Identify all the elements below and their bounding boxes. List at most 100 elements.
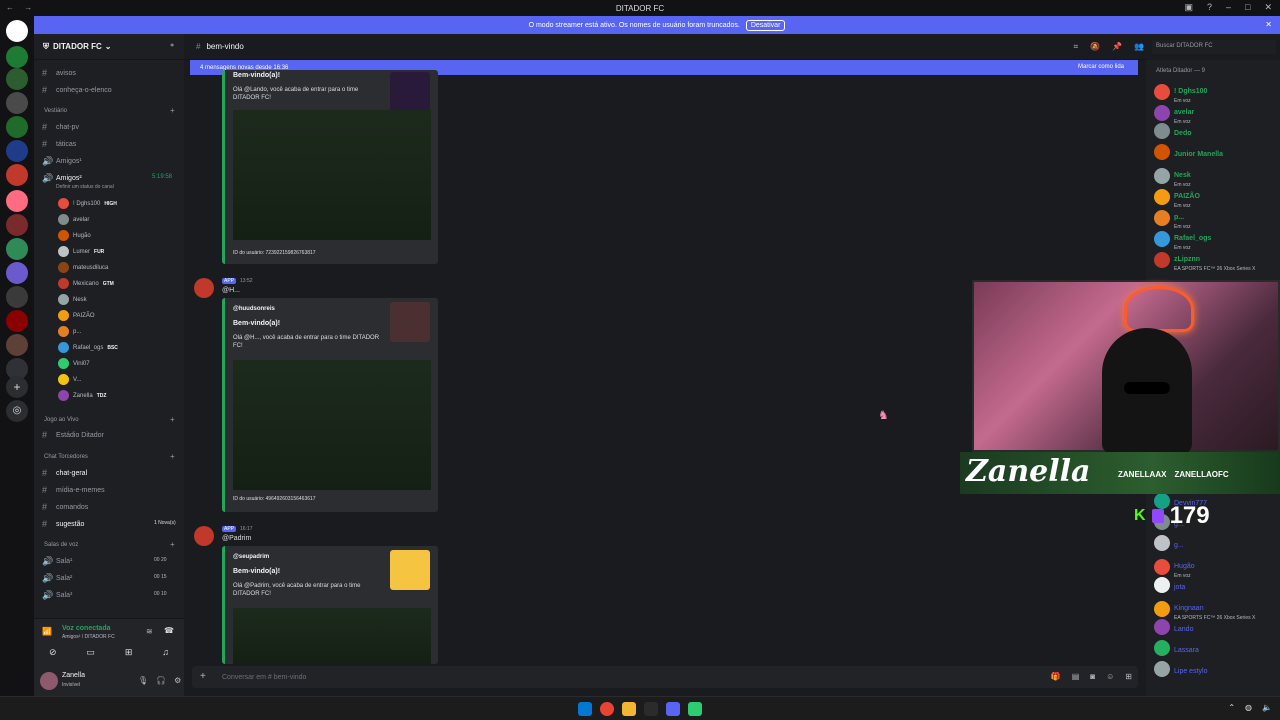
- add-attachment-icon[interactable]: +: [200, 671, 206, 682]
- app-icon[interactable]: [644, 702, 658, 716]
- server-icon[interactable]: [6, 286, 28, 308]
- embed-thumbnail[interactable]: [390, 550, 430, 590]
- embed-image[interactable]: [233, 360, 431, 490]
- apps-icon[interactable]: ⊞: [1125, 672, 1132, 681]
- channel-sugestao[interactable]: # sugestão: [42, 519, 84, 529]
- member-item[interactable]: Lando: [1154, 618, 1193, 636]
- add-channel-icon[interactable]: +: [170, 106, 175, 115]
- file-explorer-icon[interactable]: [622, 702, 636, 716]
- member-item[interactable]: Dedo: [1154, 122, 1192, 140]
- soundboard-icon[interactable]: ♫: [162, 647, 169, 658]
- voice-channel-sala1[interactable]: 🔊 Sala¹: [42, 556, 72, 567]
- username[interactable]: Zanella: [62, 672, 85, 679]
- threads-icon[interactable]: ⌗: [1074, 42, 1079, 52]
- headphones-icon[interactable]: 🎧: [156, 676, 166, 685]
- noise-suppression-icon[interactable]: ≋: [146, 627, 153, 636]
- channel-avisos[interactable]: # avisos: [42, 68, 76, 78]
- channel-conheca[interactable]: # conheça-o-elenco: [42, 85, 112, 95]
- disconnect-icon[interactable]: ☎: [164, 626, 174, 635]
- voice-user[interactable]: V...: [58, 374, 81, 385]
- inbox-icon[interactable]: ▣: [1184, 2, 1193, 13]
- voice-channel-name[interactable]: Amigos² / DITADOR FC: [62, 634, 115, 640]
- gif-icon[interactable]: ▤: [1072, 672, 1080, 681]
- channel-taticas[interactable]: # táticas: [42, 139, 76, 149]
- members-icon[interactable]: 👥: [1134, 42, 1144, 52]
- chrome-icon[interactable]: [600, 702, 614, 716]
- server-icon[interactable]: [6, 164, 28, 186]
- chevron-up-icon[interactable]: ⌃: [1228, 703, 1235, 712]
- add-server-icon[interactable]: +: [6, 376, 28, 398]
- channel-estadio[interactable]: # Estádio Ditador: [42, 430, 104, 440]
- network-icon[interactable]: ◍: [1245, 703, 1252, 712]
- embed-image[interactable]: [233, 608, 431, 664]
- server-icon[interactable]: [6, 46, 28, 68]
- category-chat[interactable]: Chat Torcedores: [44, 454, 88, 460]
- server-icon[interactable]: [6, 262, 28, 284]
- server-header[interactable]: ⛨ DITADOR FC ⌄ ⁺: [34, 34, 184, 60]
- voice-user[interactable]: PAIZÃO: [58, 310, 95, 321]
- server-icon[interactable]: [6, 190, 28, 212]
- voice-user[interactable]: Mexicano GTM: [58, 278, 114, 289]
- category-jogo[interactable]: Jogo ao Vivo: [44, 417, 79, 423]
- channel-chat-pv[interactable]: # chat-pv: [42, 122, 79, 132]
- embed-image[interactable]: [233, 110, 431, 240]
- help-icon[interactable]: ?: [1207, 2, 1212, 13]
- server-icon[interactable]: [6, 116, 28, 138]
- close-icon[interactable]: ✕: [1264, 2, 1272, 13]
- voice-user[interactable]: p...: [58, 326, 81, 337]
- add-channel-icon[interactable]: +: [170, 540, 175, 549]
- channel-comandos[interactable]: # comandos: [42, 502, 88, 512]
- embed-author[interactable]: @huudsonreis: [233, 306, 275, 312]
- banner-close-icon[interactable]: ✕: [1265, 20, 1272, 29]
- channel-chat-geral[interactable]: # chat-geral: [42, 468, 87, 478]
- message-input[interactable]: + Conversar em # bem-vindo 🎁 ▤ ◙ ☺ ⊞: [192, 666, 1138, 688]
- server-icon[interactable]: [6, 310, 28, 332]
- server-icon[interactable]: [6, 214, 28, 236]
- member-item[interactable]: g...: [1154, 534, 1184, 552]
- discover-icon[interactable]: ◎: [6, 400, 28, 422]
- volume-icon[interactable]: 🔈: [1262, 703, 1272, 712]
- microphone-icon[interactable]: 🎙: [138, 676, 148, 685]
- member-item[interactable]: Lipe estylo: [1154, 660, 1207, 678]
- channel-status-prompt[interactable]: Definir um status do canal: [56, 184, 114, 190]
- embed-author[interactable]: @seupadrim: [233, 554, 269, 560]
- notifications-icon[interactable]: 🔕: [1090, 42, 1100, 52]
- add-channel-icon[interactable]: +: [170, 415, 175, 424]
- avatar[interactable]: [194, 278, 214, 298]
- voice-user[interactable]: Nesk: [58, 294, 87, 305]
- gift-icon[interactable]: 🎁: [1051, 672, 1061, 681]
- voice-channel-amigos2[interactable]: 🔊 Amigos²: [42, 173, 82, 184]
- server-icon[interactable]: [6, 238, 28, 260]
- discord-icon[interactable]: [666, 702, 680, 716]
- server-icon[interactable]: [6, 334, 28, 356]
- member-item[interactable]: Lassara: [1154, 639, 1199, 657]
- voice-channel-sala3[interactable]: 🔊 Sala³: [42, 590, 72, 601]
- search-input[interactable]: Buscar DITADOR FC: [1152, 40, 1276, 54]
- add-channel-icon[interactable]: +: [170, 452, 175, 461]
- emoji-icon[interactable]: ☺: [1106, 672, 1114, 681]
- voice-user[interactable]: mateusdiluca: [58, 262, 108, 273]
- avatar[interactable]: [40, 672, 58, 690]
- voice-user[interactable]: ! Dghs100 HIGH: [58, 198, 117, 209]
- voice-user[interactable]: Lumer FUR: [58, 246, 104, 257]
- voice-user[interactable]: avelar: [58, 214, 89, 225]
- app-icon[interactable]: [688, 702, 702, 716]
- voice-user[interactable]: Hugão: [58, 230, 91, 241]
- screen-share-icon[interactable]: ▭: [86, 647, 95, 658]
- camera-off-icon[interactable]: ⊘: [49, 647, 57, 658]
- activities-icon[interactable]: ⊞: [125, 647, 133, 658]
- minimize-icon[interactable]: –: [1226, 2, 1231, 13]
- channel-midia[interactable]: # mídia-e-memes: [42, 485, 105, 495]
- member-item[interactable]: zLipznn EA SPORTS FC™ 26 Xbox Series X: [1154, 248, 1255, 272]
- embed-thumbnail[interactable]: [390, 302, 430, 342]
- windows-start-icon[interactable]: [578, 702, 592, 716]
- nav-arrows-icon[interactable]: ← →: [6, 3, 36, 12]
- disable-button[interactable]: Desativar: [745, 19, 786, 31]
- server-icon[interactable]: [6, 140, 28, 162]
- embed-thumbnail[interactable]: [390, 72, 430, 112]
- voice-user[interactable]: Rafael_ogs BSC: [58, 342, 118, 353]
- gear-icon[interactable]: ⚙: [174, 676, 181, 685]
- voice-user[interactable]: Vini07: [58, 358, 90, 369]
- server-icon[interactable]: [6, 68, 28, 90]
- pin-icon[interactable]: 📌: [1112, 42, 1122, 52]
